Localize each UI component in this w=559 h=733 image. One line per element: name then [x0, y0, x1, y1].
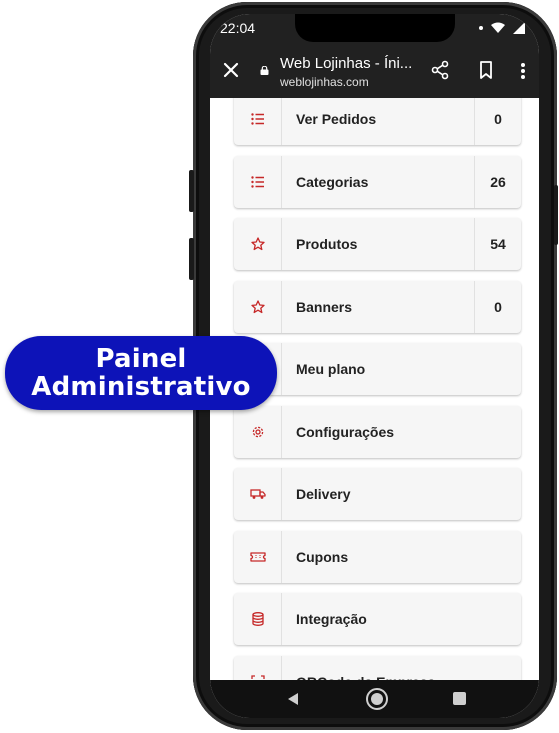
menu-item-ver-pedidos[interactable]: Ver Pedidos 0 [234, 98, 521, 145]
menu-item-label: Configurações [296, 424, 395, 440]
phone-side-button [189, 170, 194, 212]
signal-icon [513, 22, 525, 34]
menu-item-integracao[interactable]: Integração [234, 593, 521, 645]
badge-line-2: Administrativo [31, 372, 251, 402]
star-icon [234, 218, 282, 270]
home-icon[interactable] [365, 687, 389, 711]
status-icons [479, 22, 525, 34]
menu-item-count: 26 [474, 156, 521, 208]
truck-icon [234, 468, 282, 520]
menu-item-cupons[interactable]: Cupons [234, 531, 521, 583]
phone-side-button [554, 185, 558, 245]
menu-item-count: 54 [474, 218, 521, 270]
menu-item-banners[interactable]: Banners 0 [234, 281, 521, 333]
menu-item-meu-plano[interactable]: Meu plano [234, 343, 521, 395]
menu-item-categorias[interactable]: Categorias 26 [234, 156, 521, 208]
android-nav-bar [210, 680, 539, 718]
gear-icon [234, 406, 282, 458]
menu-item-label: Cupons [296, 549, 349, 565]
menu-item-label: QRCode da Empresa [296, 656, 435, 680]
wifi-icon [491, 22, 505, 33]
status-time: 22:04 [220, 20, 256, 36]
menu-item-count: 0 [474, 281, 521, 333]
menu-item-label: Meu plano [296, 361, 366, 377]
notification-dot-icon [479, 26, 483, 30]
recent-apps-icon[interactable] [453, 692, 466, 705]
status-bar: 22:04 [210, 14, 539, 44]
menu-item-label: Produtos [296, 236, 358, 252]
badge-line-1: Painel [95, 344, 187, 374]
back-icon[interactable] [286, 692, 300, 706]
close-icon[interactable] [220, 59, 242, 81]
menu-item-delivery[interactable]: Delivery [234, 468, 521, 520]
menu-item-label: Integração [296, 611, 367, 627]
menu-item-qrcode[interactable]: QRCode da Empresa [234, 656, 521, 680]
admin-panel-badge: Painel Administrativo [5, 336, 277, 410]
menu-item-label: Ver Pedidos [296, 111, 377, 127]
qrcode-icon [234, 656, 282, 680]
menu-item-label: Categorias [296, 174, 369, 190]
database-icon [234, 593, 282, 645]
menu-item-label: Delivery [296, 486, 351, 502]
browser-toolbar: Web Lojinhas - Íni... weblojinhas.com [210, 44, 539, 98]
camera-notch [295, 14, 455, 42]
share-icon[interactable] [430, 60, 450, 80]
page-title: Web Lojinhas - Íni... [280, 55, 413, 72]
page-url: weblojinhas.com [280, 75, 369, 89]
menu-item-label: Banners [296, 299, 353, 315]
bookmark-icon[interactable] [476, 60, 496, 80]
list-icon [234, 98, 282, 145]
star-icon [234, 281, 282, 333]
lock-icon [260, 66, 269, 75]
menu-item-produtos[interactable]: Produtos 54 [234, 218, 521, 270]
menu-item-count: 0 [474, 98, 521, 145]
phone-side-button [189, 238, 194, 280]
list-icon [234, 156, 282, 208]
more-vert-icon[interactable] [520, 62, 526, 80]
ticket-icon [234, 531, 282, 583]
menu-item-configuracoes[interactable]: Configurações [234, 406, 521, 458]
